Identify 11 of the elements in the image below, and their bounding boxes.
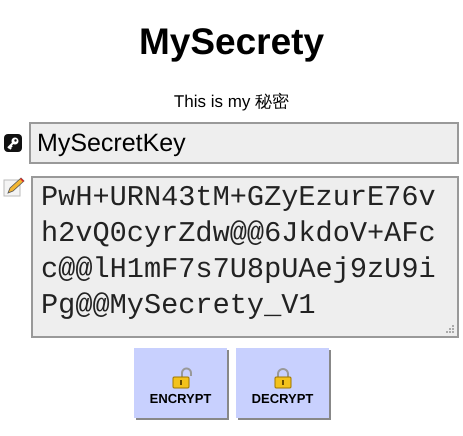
app-title: MySecrety (138, 20, 326, 64)
encrypt-button[interactable]: ENCRYPT (134, 348, 227, 418)
pencil-icon (3, 176, 25, 198)
subtitle: This is my 秘密 (172, 92, 290, 112)
key-field[interactable]: MySecretKey (29, 122, 459, 164)
padlock-icon (272, 366, 294, 388)
text-area-field[interactable]: PwH+URN43tM+GZyEzurE76vh2vQ0cyrZdw@@6JkdoV+AFcc@@lH1mF7s7U8pUAej9zU9iPg@@MySecrety_V1 (31, 176, 459, 338)
open-padlock-icon (170, 366, 192, 388)
resize-handle-icon[interactable] (444, 323, 454, 333)
key-icon (3, 133, 23, 153)
decrypt-button[interactable]: DECRYPT (236, 348, 329, 418)
